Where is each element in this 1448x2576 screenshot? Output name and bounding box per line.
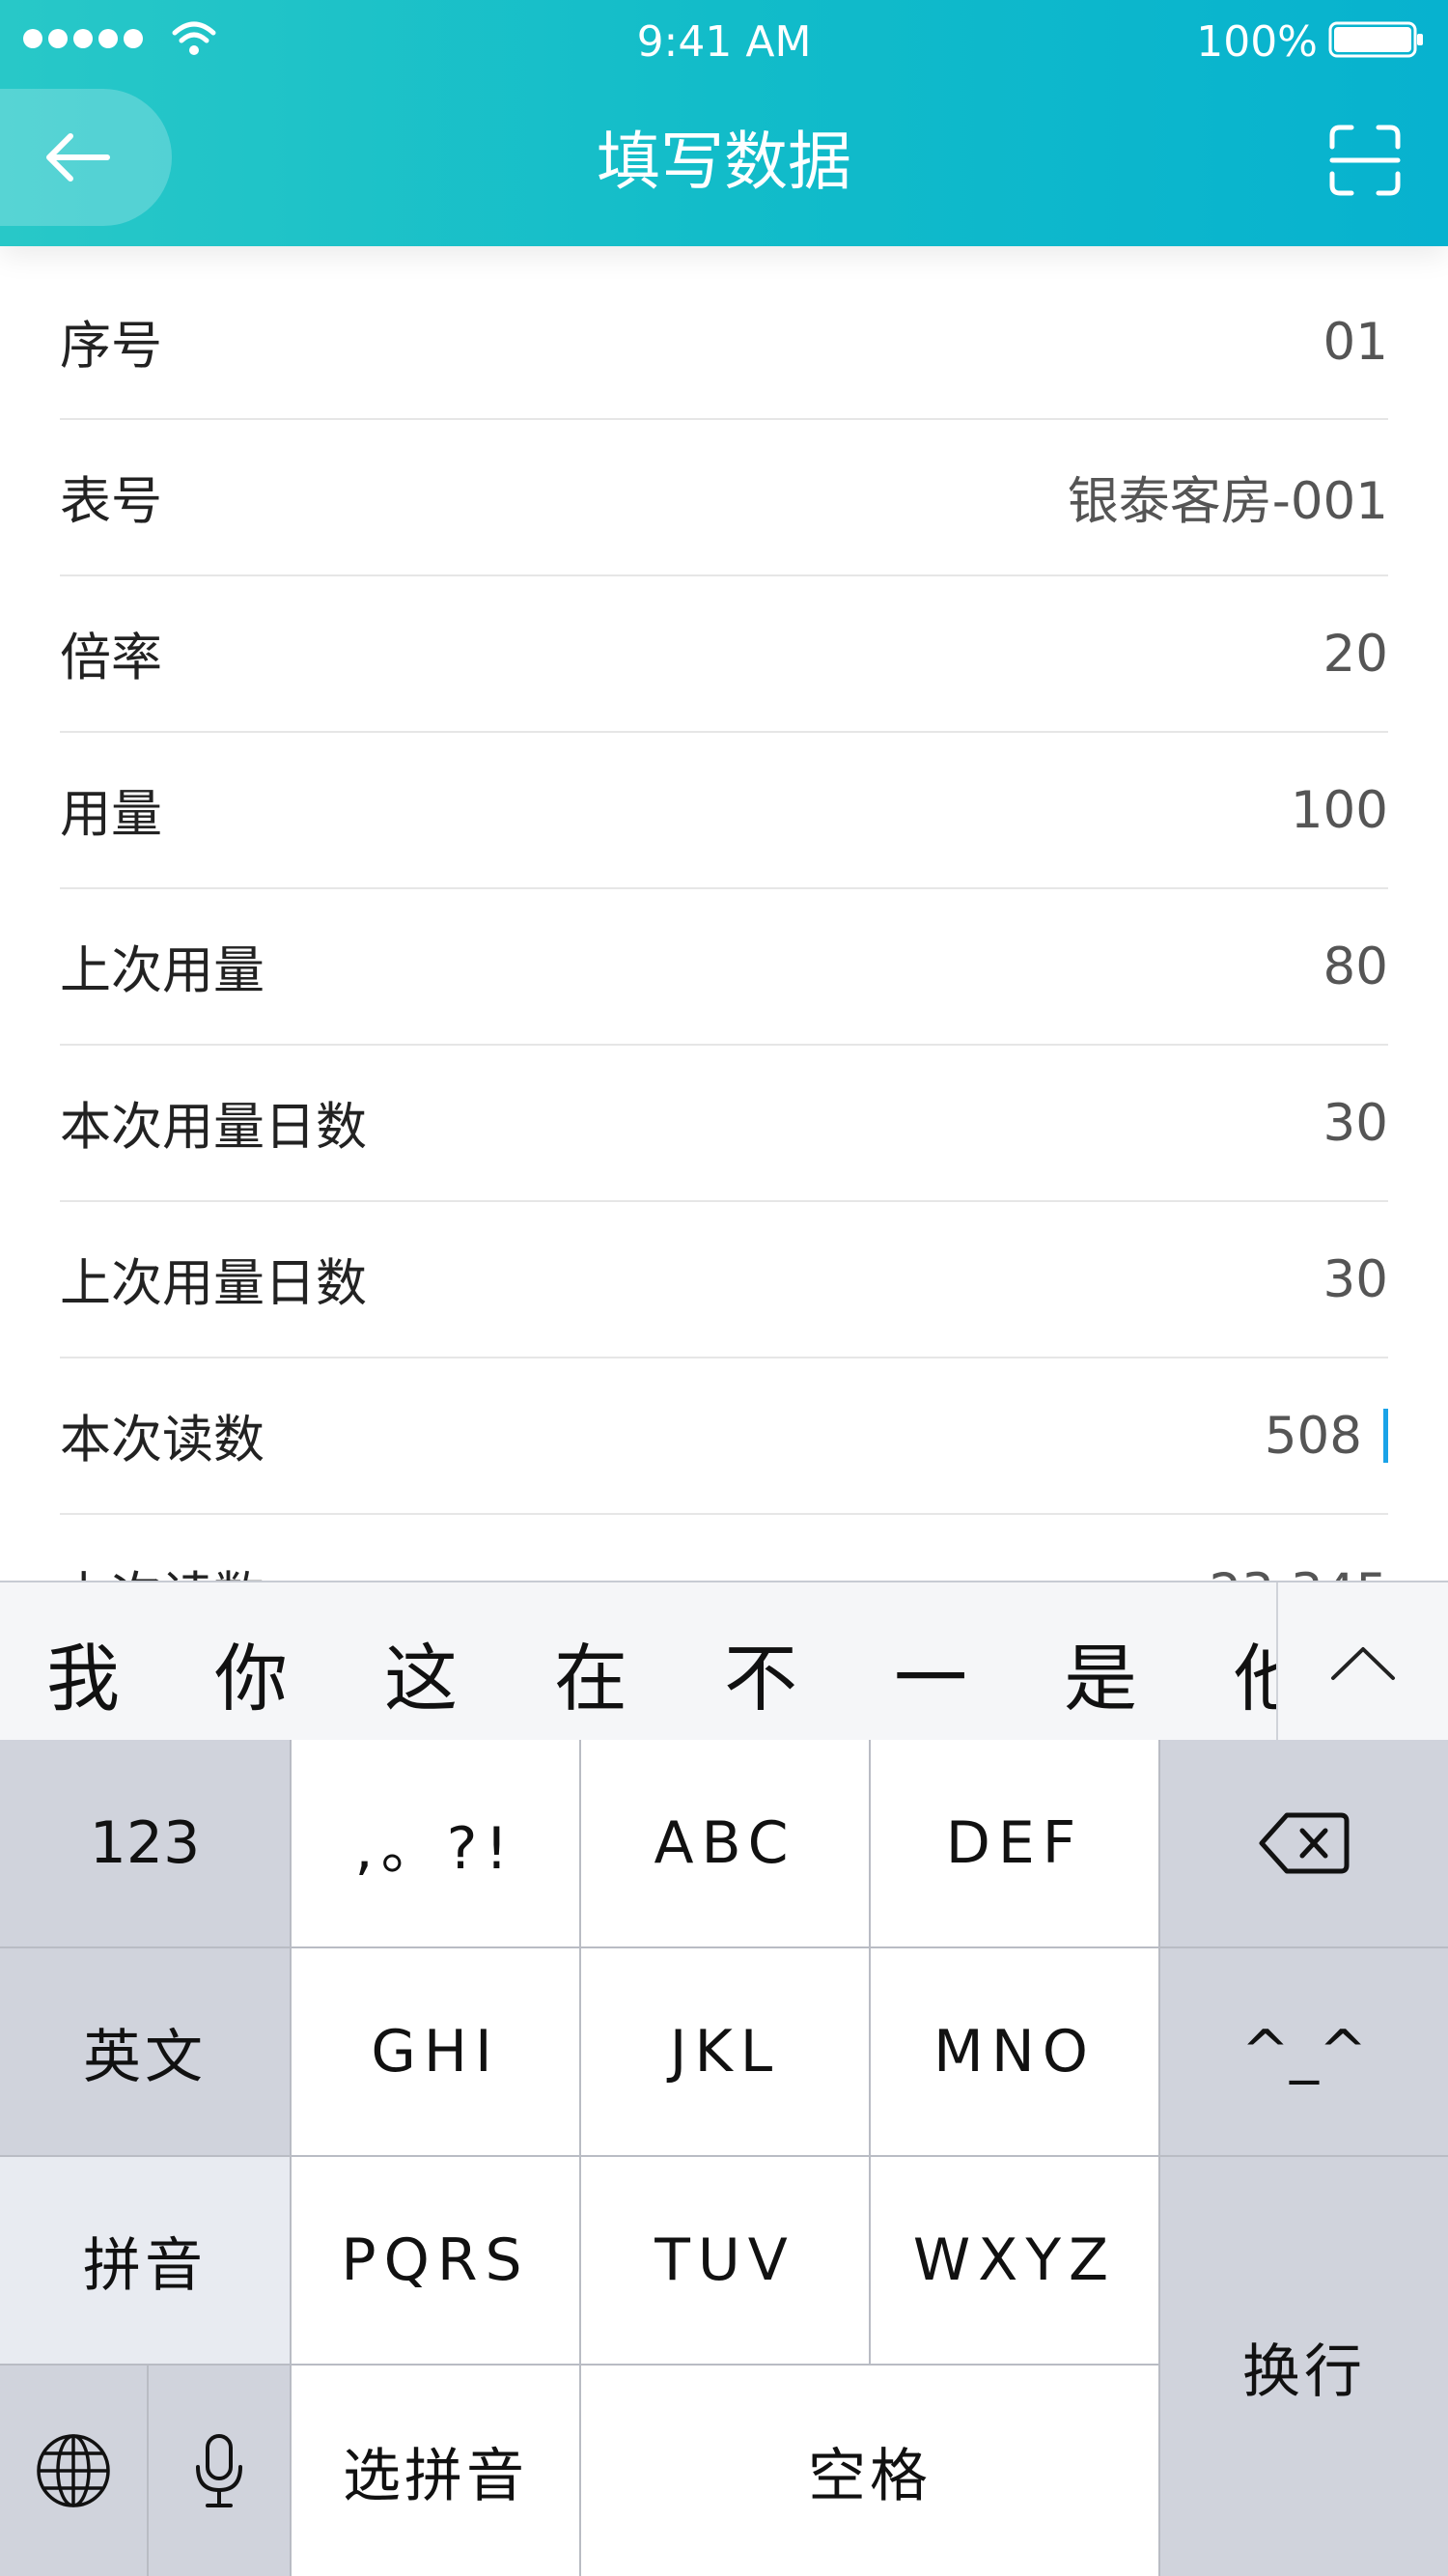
chinese-keyboard: 我 你 这 在 不 一 是 他 123 ,。?! ABC DEF 英文 GHI … (0, 1581, 1448, 2576)
candidate-word[interactable]: 不 (724, 1619, 797, 1725)
form-row-usage: 用量 100 (60, 733, 1388, 889)
key-label: WXYZ (912, 2226, 1117, 2294)
row-value: 80 (1323, 937, 1388, 996)
key-label: ,。?! (354, 1814, 516, 1883)
form-row-last-days: 上次用量日数 30 (60, 1202, 1388, 1358)
key-label: PQRS (341, 2226, 530, 2294)
key-label: 空格 (808, 2442, 932, 2510)
key-english[interactable]: 英文 (0, 1948, 290, 2155)
battery-icon (1328, 21, 1423, 58)
key-tuv[interactable]: TUV (581, 2157, 869, 2364)
row-label: 上次用量 (60, 941, 265, 1000)
row-value: 银泰客房-001 (1067, 472, 1388, 531)
expand-candidates-button[interactable] (1276, 1582, 1448, 1742)
key-label: GHI (371, 2018, 500, 2086)
key-label: MNO (933, 2018, 1096, 2086)
key-label: 拼音 (83, 2231, 207, 2300)
key-ghi[interactable]: GHI (292, 1948, 579, 2155)
row-label: 上次读数 (60, 1555, 265, 1581)
form-row-multiplier: 倍率 20 (60, 576, 1388, 733)
row-label: 用量 (60, 785, 162, 844)
row-value: 20 (1323, 624, 1388, 684)
space-key[interactable]: 空格 (581, 2366, 1158, 2576)
key-abc[interactable]: ABC (581, 1740, 869, 1946)
backspace-key[interactable] (1160, 1740, 1448, 1946)
row-label: 上次用量日数 (60, 1254, 367, 1313)
key-label: JKL (669, 2018, 781, 2086)
page-title: 填写数据 (597, 125, 851, 199)
row-label: 倍率 (60, 629, 162, 687)
candidate-word[interactable]: 一 (894, 1619, 967, 1725)
app-header: 9:41 AM 100% 填写数据 (0, 0, 1448, 246)
candidate-word[interactable]: 我 (46, 1619, 120, 1725)
battery-percentage: 100% (1196, 17, 1318, 67)
row-value: 30 (1323, 1093, 1388, 1153)
key-label: ^_^ (1240, 2018, 1368, 2086)
form-row-current-reading[interactable]: 本次读数 508 (60, 1358, 1388, 1515)
form-row-meter-number: 表号 银泰客房-001 (60, 420, 1388, 576)
text-cursor (1383, 1409, 1388, 1463)
keyboard-keys: 123 ,。?! ABC DEF 英文 GHI JKL MNO ^_^ 拼音 P… (0, 1740, 1448, 2576)
row-label: 本次用量日数 (60, 1098, 367, 1157)
scan-button[interactable] (1328, 124, 1402, 197)
key-mno[interactable]: MNO (871, 1948, 1158, 2155)
key-wxyz[interactable]: WXYZ (871, 2157, 1158, 2364)
meter-data-form: 序号 01 表号 银泰客房-001 倍率 20 用量 100 上次用量 80 本… (0, 266, 1448, 1581)
key-label: TUV (654, 2226, 795, 2294)
microphone-key[interactable] (149, 2366, 290, 2576)
key-label: 选拼音 (343, 2442, 528, 2510)
candidate-word[interactable]: 你 (214, 1619, 288, 1725)
row-value: 01 (1323, 312, 1388, 372)
candidate-word[interactable]: 他 (1234, 1619, 1276, 1725)
row-value: 23,345 (1210, 1563, 1388, 1582)
key-label: 换行 (1242, 2338, 1366, 2406)
key-label: DEF (945, 1809, 1084, 1877)
row-value: 100 (1290, 780, 1388, 840)
input-value: 508 (1264, 1406, 1362, 1466)
key-emoticon[interactable]: ^_^ (1160, 1948, 1448, 2155)
key-jkl[interactable]: JKL (581, 1948, 869, 2155)
candidate-word[interactable]: 是 (1064, 1619, 1137, 1725)
key-label: 123 (89, 1809, 201, 1877)
row-value: 30 (1323, 1249, 1388, 1309)
key-pqrs[interactable]: PQRS (292, 2157, 579, 2364)
form-row-last-reading: 上次读数 23,345 (60, 1515, 1388, 1582)
key-def[interactable]: DEF (871, 1740, 1158, 1946)
microphone-icon (196, 2434, 242, 2507)
key-select-pinyin[interactable]: 选拼音 (292, 2366, 579, 2576)
current-reading-input[interactable]: 508 (1265, 1407, 1388, 1466)
row-label: 表号 (60, 472, 162, 531)
key-label: 英文 (83, 2023, 207, 2091)
backspace-icon (1259, 1812, 1350, 1874)
key-numbers[interactable]: 123 (0, 1740, 290, 1946)
candidate-word[interactable]: 这 (384, 1619, 458, 1725)
candidate-bar: 我 你 这 在 不 一 是 他 (0, 1581, 1448, 1742)
row-label: 序号 (60, 317, 162, 376)
status-bar: 9:41 AM 100% (0, 0, 1448, 77)
scan-frame-icon (1329, 125, 1401, 196)
candidate-word[interactable]: 在 (554, 1619, 627, 1725)
globe-key[interactable] (0, 2366, 147, 2576)
form-row-serial: 序号 01 (60, 266, 1388, 420)
key-pinyin[interactable]: 拼音 (0, 2157, 290, 2364)
key-punctuation[interactable]: ,。?! (292, 1740, 579, 1946)
form-row-current-days: 本次用量日数 30 (60, 1046, 1388, 1202)
candidate-list: 我 你 这 在 不 一 是 他 (0, 1582, 1276, 1742)
globe-icon (37, 2434, 110, 2507)
row-label: 本次读数 (60, 1411, 265, 1470)
form-row-last-usage: 上次用量 80 (60, 889, 1388, 1046)
return-key[interactable]: 换行 (1160, 2157, 1448, 2576)
key-label: ABC (654, 1809, 796, 1877)
chevron-up-icon (1331, 1646, 1395, 1680)
